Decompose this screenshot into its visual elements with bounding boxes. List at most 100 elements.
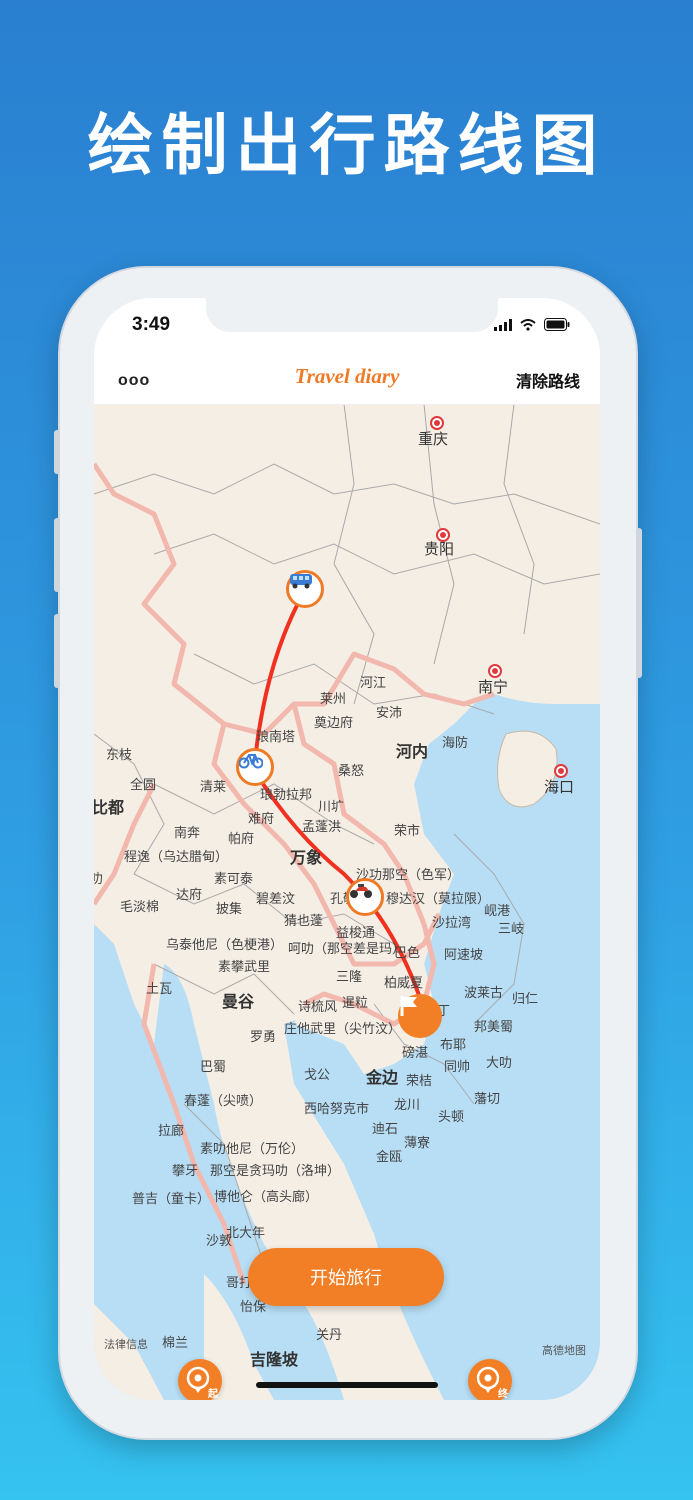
city-label: 头顿: [438, 1110, 465, 1125]
city-label: 荣市: [394, 824, 421, 839]
city-label: 猜也蓬: [284, 914, 324, 929]
city-label: 拉廊: [158, 1124, 185, 1139]
city-label: 曼谷: [222, 992, 255, 1011]
bus-icon: [290, 574, 312, 589]
city-label: 阿速坡: [444, 948, 484, 963]
phone-power-button: [636, 528, 642, 678]
city-label: 叻: [94, 872, 104, 887]
status-time: 3:49: [132, 314, 171, 335]
city-label: 全圆: [130, 778, 157, 793]
city-label: 迪石: [372, 1122, 399, 1137]
flag-icon: [400, 996, 417, 1016]
city-label: 碧差汶: [256, 892, 296, 907]
city-label: 川圹: [318, 800, 345, 815]
city-label: 三隆: [336, 970, 363, 985]
waypoint-motorcycle[interactable]: [346, 878, 384, 916]
city-label: 河江: [360, 676, 387, 691]
bicycle-icon: [239, 754, 263, 769]
phone-silent-switch: [54, 430, 60, 474]
cellular-signal-icon: [494, 318, 512, 331]
city-label: 春蓬（尖喷）: [184, 1094, 263, 1109]
waypoint-bicycle[interactable]: [236, 748, 274, 786]
city-label: 河内: [396, 742, 429, 761]
set-end-button[interactable]: 终: [468, 1359, 512, 1400]
map-view[interactable]: 重庆 贵阳 南宁 海口 河内 万象 曼谷 金边 吉隆坡 比都 莱州 河江 奠边府…: [94, 404, 600, 1400]
city-label: 归仁: [512, 992, 539, 1007]
city-label: 波莱古: [464, 986, 504, 1001]
motorcycle-icon: [350, 884, 372, 898]
city-label: 金瓯: [376, 1150, 403, 1165]
home-indicator[interactable]: [256, 1382, 438, 1388]
city-label: 土瓦: [146, 982, 173, 997]
city-label: 诗梳风: [298, 1000, 338, 1015]
city-label: 磅湛: [402, 1046, 429, 1061]
start-marker-label: 起: [208, 1389, 218, 1400]
city-label: 益梭通: [336, 926, 376, 941]
waypoint-bus[interactable]: [286, 570, 324, 608]
promo-headline: 绘制出行路线图: [87, 107, 606, 184]
city-label: 素攀武里: [218, 960, 271, 975]
city-label: 庄他武里（尖竹汶）: [284, 1022, 402, 1037]
city-label: 比都: [94, 798, 125, 817]
set-start-button[interactable]: 起: [178, 1359, 222, 1400]
phone-notch: [206, 298, 498, 332]
city-label: 素叻他尼（万伦）: [200, 1142, 305, 1157]
city-label: 安沛: [376, 706, 403, 721]
city-label: 金边: [366, 1068, 399, 1087]
city-label: 帕府: [228, 832, 255, 847]
city-label: 那空是贪玛叻（洛坤）: [210, 1164, 341, 1179]
city-label: 海防: [442, 736, 469, 751]
city-label: 程逸（乌达腊甸）: [124, 850, 229, 865]
city-label: 攀牙: [172, 1164, 199, 1179]
city-label: 关丹: [316, 1328, 343, 1343]
city-label: 奠边府: [314, 716, 354, 731]
city-label: 暹粒: [342, 996, 369, 1011]
city-label: 海口: [544, 778, 575, 796]
clear-route-button[interactable]: 清除路线: [516, 368, 580, 392]
city-label: 莱州: [320, 692, 347, 707]
wifi-icon: [520, 318, 536, 331]
city-label: 吉隆坡: [250, 1350, 299, 1369]
phone-screen: 重庆 贵阳 南宁 海口 河内 万象 曼谷 金边 吉隆坡 比都 莱州 河江 奠边府…: [94, 298, 600, 1400]
city-label: 龙川: [394, 1098, 421, 1113]
map-provider-logo: 高德地图: [542, 1344, 586, 1357]
city-label: 沙拉湾: [432, 916, 472, 931]
city-label: 东枝: [106, 748, 133, 763]
waypoint-destination[interactable]: [398, 994, 442, 1038]
status-bar: 3:49: [94, 298, 600, 358]
city-label: 难府: [248, 812, 275, 827]
battery-icon: [544, 318, 570, 331]
start-trip-button[interactable]: 开始旅行: [248, 1248, 444, 1306]
city-label: 素可泰: [214, 872, 254, 887]
city-label: 西哈努克市: [304, 1102, 370, 1117]
city-label: 贵阳: [424, 540, 455, 558]
city-label: 布耶: [440, 1038, 467, 1053]
legal-info-link[interactable]: 法律信息: [104, 1336, 148, 1352]
city-label: 邦美蜀: [474, 1020, 514, 1035]
city-label: 乌泰他尼（色梗港）: [166, 938, 284, 953]
city-label: 毛淡棉: [120, 900, 160, 915]
city-label: 三岐: [498, 922, 525, 937]
city-label: 大叻: [486, 1056, 513, 1071]
city-label: 岘港: [484, 904, 511, 919]
city-label: 沙敦: [206, 1234, 233, 1249]
city-label: 桑怒: [338, 764, 365, 779]
city-label: 同帅: [444, 1060, 471, 1075]
city-label: 披集: [216, 902, 243, 917]
city-label: 柏威夏: [384, 976, 424, 991]
city-label: 孟蓬洪: [302, 820, 342, 835]
city-label: 琅南塔: [256, 730, 296, 745]
city-label: 博他仑（高头廊）: [214, 1190, 319, 1205]
phone-volume-up: [54, 518, 60, 592]
city-label: 南奔: [174, 826, 201, 841]
end-marker-label: 终: [498, 1389, 508, 1400]
city-label: 薄寮: [404, 1136, 431, 1151]
city-label: 达府: [176, 888, 203, 903]
city-label: 戈公: [304, 1068, 331, 1083]
city-label: 藩切: [474, 1092, 501, 1107]
city-label: 荣桔: [406, 1074, 433, 1089]
city-label: 南宁: [478, 678, 509, 696]
app-navbar: ooo Travel diary 清除路线: [94, 358, 600, 405]
phone-volume-down: [54, 614, 60, 688]
city-label: 穆达汉（莫拉限）: [386, 892, 491, 907]
